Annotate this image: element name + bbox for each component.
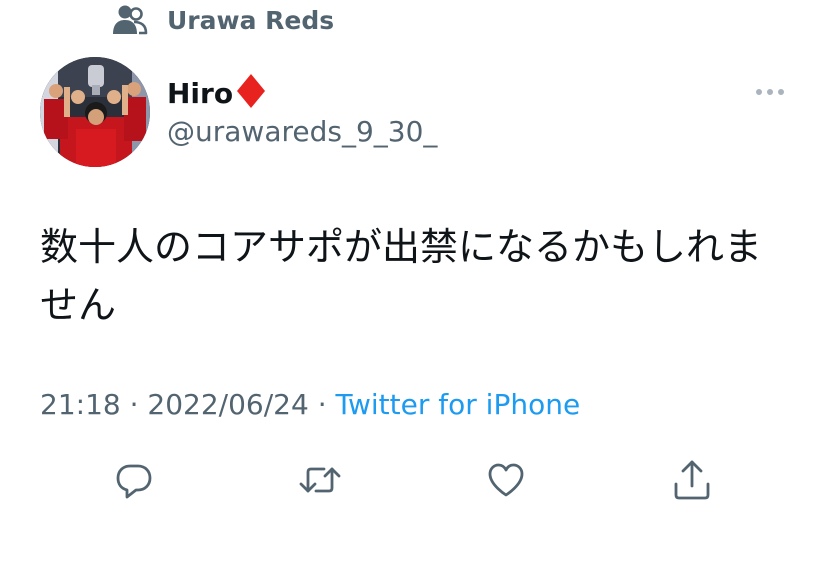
reply-button[interactable]	[112, 458, 156, 502]
red-diamond-icon	[236, 73, 266, 113]
tweet-actions	[0, 458, 828, 504]
meta-separator: ·	[129, 388, 139, 421]
share-button[interactable]	[670, 458, 714, 502]
meta-separator: ·	[317, 388, 327, 421]
tweet-source-link[interactable]: Twitter for iPhone	[336, 388, 581, 421]
heart-icon	[486, 460, 526, 500]
author-name-row[interactable]: Hiro	[167, 74, 266, 112]
tweet-meta: 21:18 · 2022/06/24 · Twitter for iPhone	[40, 388, 580, 421]
display-name[interactable]: Hiro	[167, 77, 233, 110]
like-button[interactable]	[484, 458, 528, 502]
tweet-text: 数十人のコアサポが出禁になるかもしれません	[40, 225, 763, 327]
more-options-icon[interactable]	[752, 80, 790, 104]
retweet-button[interactable]	[298, 458, 342, 502]
users-icon	[112, 4, 148, 36]
community-label: Urawa Reds	[167, 5, 335, 35]
tweet-date[interactable]: 2022/06/24	[147, 388, 308, 421]
tweet-time[interactable]: 21:18	[40, 388, 121, 421]
share-icon	[672, 458, 712, 502]
retweet-icon	[298, 460, 342, 500]
avatar[interactable]	[40, 57, 150, 167]
user-handle[interactable]: @urawareds_9_30_	[167, 115, 437, 148]
community-context[interactable]: Urawa Reds	[112, 2, 334, 38]
reply-icon	[114, 460, 154, 500]
